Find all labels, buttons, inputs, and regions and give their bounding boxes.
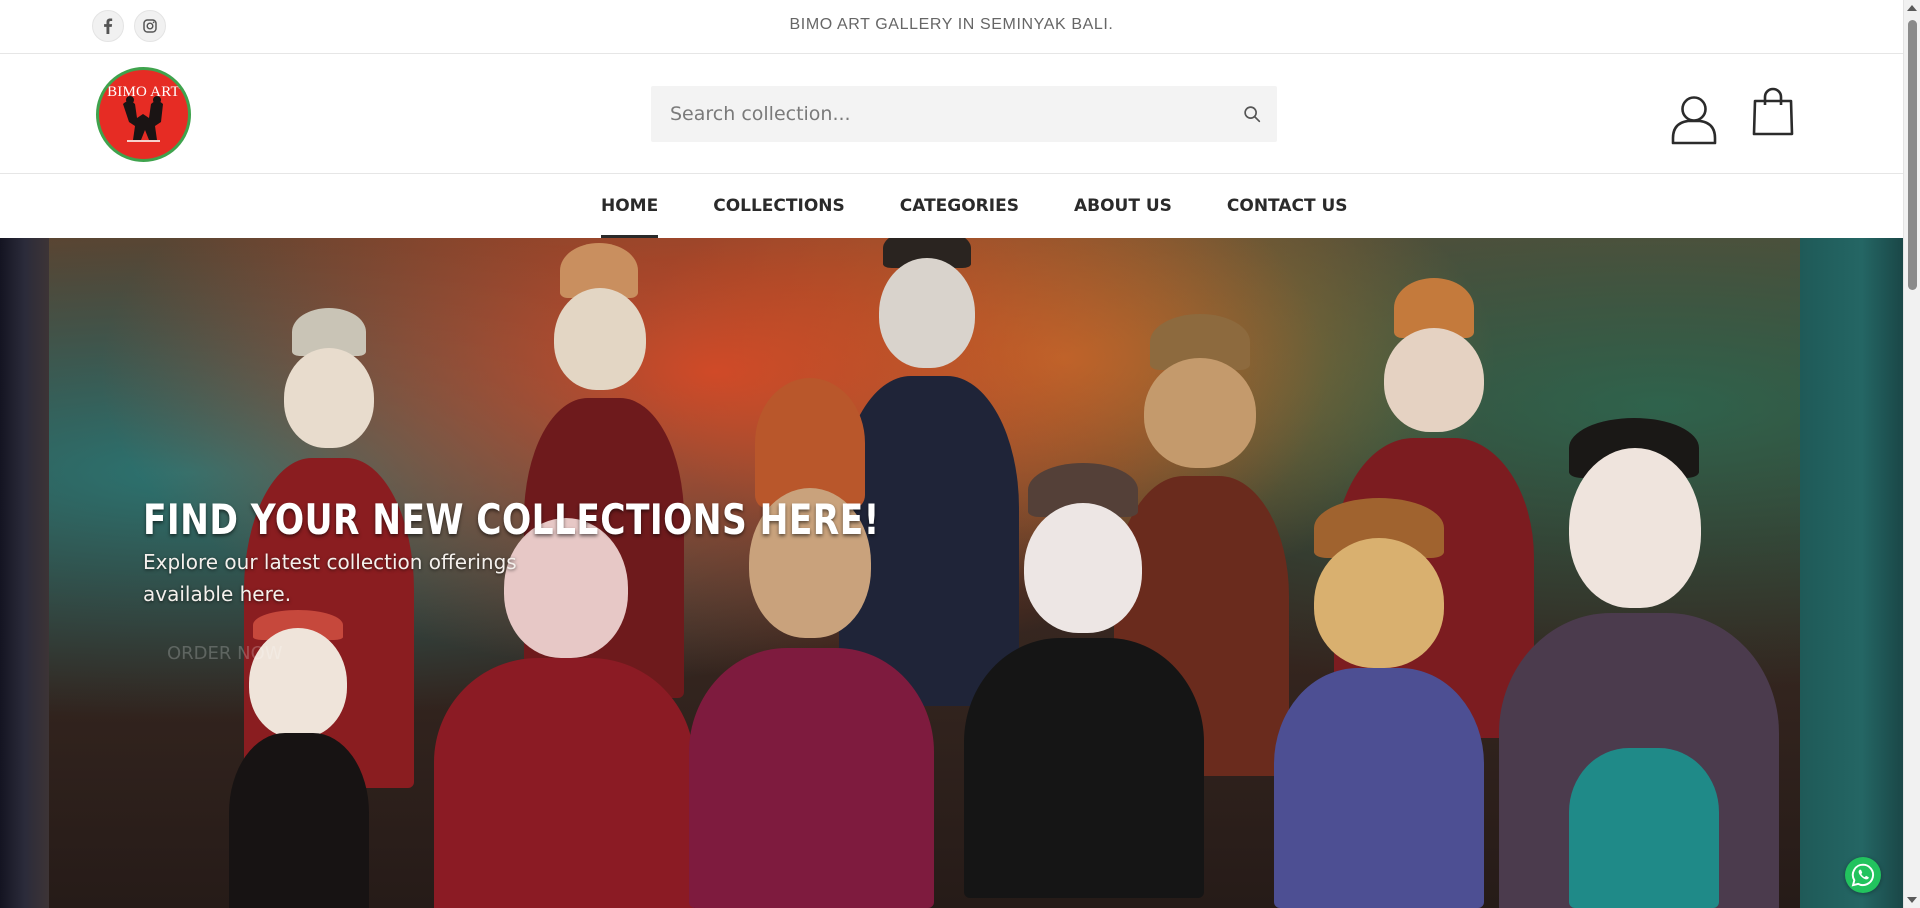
hero-title: FIND YOUR NEW COLLECTIONS HERE! [143,495,880,544]
hero-banner: FIND YOUR NEW COLLECTIONS HERE! Explore … [0,238,1903,908]
scroll-up-arrow-icon[interactable] [1907,5,1917,11]
site-logo[interactable]: BIMO ART [96,67,191,162]
user-icon [1671,96,1717,145]
nav-item-contact-us[interactable]: CONTACT US [1227,175,1348,238]
nav-item-about-us[interactable]: ABOUT US [1074,175,1172,238]
nav-list: HOME COLLECTIONS CATEGORIES ABOUT US CON… [601,175,1348,238]
hero-order-button[interactable]: ORDER NOW [143,629,307,678]
search-box [651,86,1277,142]
search-icon [1244,106,1261,123]
account-button[interactable] [1670,93,1718,147]
scroll-down-arrow-icon[interactable] [1907,897,1917,903]
nav-item-collections[interactable]: COLLECTIONS [713,175,845,238]
top-announcement-bar: BIMO ART GALLERY IN SEMINYAK BALI. [0,0,1903,54]
scrollbar-thumb[interactable] [1908,20,1917,290]
main-navigation: HOME COLLECTIONS CATEGORIES ABOUT US CON… [0,175,1903,238]
hero-subtitle: Explore our latest collection offerings … [143,550,517,606]
whatsapp-icon [1851,863,1875,887]
hero-next-slide-peek [1800,238,1903,908]
logo-emblem-icon [123,96,163,142]
search-input[interactable] [651,86,1211,142]
announcement-text: BIMO ART GALLERY IN SEMINYAK BALI. [789,16,1114,33]
nav-item-home[interactable]: HOME [601,175,659,238]
page-scrollbar[interactable] [1903,0,1920,908]
nav-item-categories[interactable]: CATEGORIES [900,175,1019,238]
site-header: BIMO ART [0,55,1903,174]
hero-prev-slide-peek [0,238,49,908]
shopping-bag-icon [1752,87,1794,136]
whatsapp-chat-button[interactable] [1845,857,1881,893]
cart-button[interactable] [1751,85,1795,137]
search-button[interactable] [1241,103,1263,125]
